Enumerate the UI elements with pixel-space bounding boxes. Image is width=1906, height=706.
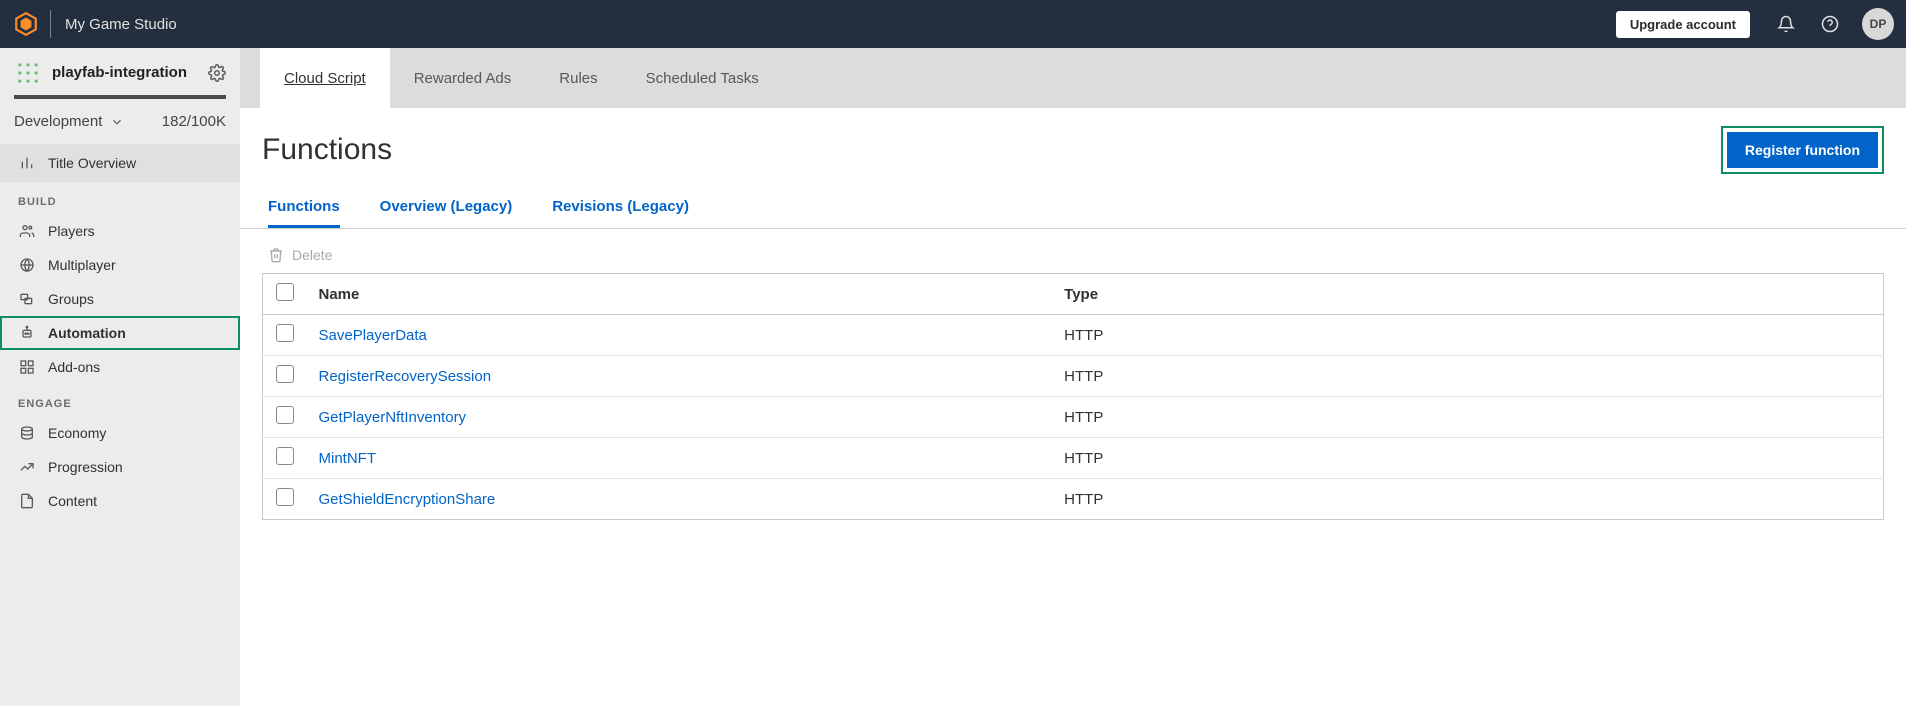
register-function-button[interactable]: Register function bbox=[1727, 132, 1878, 168]
sidebar-item-players[interactable]: Players bbox=[0, 214, 240, 248]
progression-icon bbox=[18, 458, 36, 476]
sidebar: playfab-integration Development 182/100K… bbox=[0, 48, 240, 706]
studio-name[interactable]: My Game Studio bbox=[65, 16, 177, 33]
tab-cloud-script[interactable]: Cloud Script bbox=[260, 48, 390, 108]
column-name[interactable]: Name bbox=[307, 274, 1053, 315]
sidebar-item-label: Automation bbox=[48, 325, 126, 341]
select-all-checkbox[interactable] bbox=[276, 283, 294, 301]
function-type: HTTP bbox=[1052, 397, 1883, 438]
bar-chart-icon bbox=[18, 154, 36, 172]
row-checkbox[interactable] bbox=[276, 406, 294, 424]
notifications-icon[interactable] bbox=[1768, 6, 1804, 42]
progress-bar bbox=[14, 95, 226, 99]
table-header-row: Name Type bbox=[263, 274, 1884, 315]
sidebar-item-groups[interactable]: Groups bbox=[0, 282, 240, 316]
user-avatar[interactable]: DP bbox=[1862, 8, 1894, 40]
table-row: MintNFT HTTP bbox=[263, 438, 1884, 479]
list-toolbar: Delete bbox=[240, 229, 1906, 273]
project-header: playfab-integration bbox=[0, 48, 240, 95]
table-row: GetShieldEncryptionShare HTTP bbox=[263, 479, 1884, 520]
product-logo[interactable] bbox=[12, 10, 40, 38]
sidebar-item-label: Add-ons bbox=[48, 359, 100, 375]
help-icon[interactable] bbox=[1812, 6, 1848, 42]
globe-icon bbox=[18, 256, 36, 274]
column-type[interactable]: Type bbox=[1052, 274, 1883, 315]
upgrade-account-button[interactable]: Upgrade account bbox=[1616, 11, 1750, 38]
tab-rules[interactable]: Rules bbox=[535, 48, 621, 108]
groups-icon bbox=[18, 290, 36, 308]
header-divider bbox=[50, 10, 51, 38]
table-row: RegisterRecoverySession HTTP bbox=[263, 356, 1884, 397]
page-header: Functions Register function bbox=[240, 108, 1906, 184]
sidebar-item-label: Multiplayer bbox=[48, 257, 116, 273]
environment-label: Development bbox=[14, 113, 102, 130]
sidebar-section-engage: ENGAGE bbox=[0, 384, 240, 416]
function-type: HTTP bbox=[1052, 315, 1883, 356]
subtab-overview-legacy[interactable]: Overview (Legacy) bbox=[380, 192, 513, 228]
sidebar-item-economy[interactable]: Economy bbox=[0, 416, 240, 450]
sidebar-item-label: Economy bbox=[48, 425, 106, 441]
sidebar-item-label: Players bbox=[48, 223, 95, 239]
content-icon bbox=[18, 492, 36, 510]
main-content: Cloud Script Rewarded Ads Rules Schedule… bbox=[240, 48, 1906, 706]
row-checkbox[interactable] bbox=[276, 365, 294, 383]
economy-icon bbox=[18, 424, 36, 442]
usage-count: 182/100K bbox=[162, 113, 226, 130]
table-row: SavePlayerData HTTP bbox=[263, 315, 1884, 356]
tab-rewarded-ads[interactable]: Rewarded Ads bbox=[390, 48, 536, 108]
sidebar-item-label: Groups bbox=[48, 291, 94, 307]
top-header: My Game Studio Upgrade account DP bbox=[0, 0, 1906, 48]
function-type: HTTP bbox=[1052, 356, 1883, 397]
function-type: HTTP bbox=[1052, 479, 1883, 520]
function-link[interactable]: SavePlayerData bbox=[319, 327, 427, 344]
function-link[interactable]: RegisterRecoverySession bbox=[319, 368, 492, 385]
sidebar-item-title-overview[interactable]: Title Overview bbox=[0, 144, 240, 182]
players-icon bbox=[18, 222, 36, 240]
function-type: HTTP bbox=[1052, 438, 1883, 479]
sidebar-item-label: Content bbox=[48, 493, 97, 509]
project-name[interactable]: playfab-integration bbox=[52, 64, 198, 81]
sidebar-item-addons[interactable]: Add-ons bbox=[0, 350, 240, 384]
environment-selector[interactable]: Development 182/100K bbox=[0, 109, 240, 144]
function-link[interactable]: MintNFT bbox=[319, 450, 377, 467]
function-link[interactable]: GetPlayerNftInventory bbox=[319, 409, 467, 426]
trash-icon bbox=[268, 247, 284, 263]
subtab-revisions-legacy[interactable]: Revisions (Legacy) bbox=[552, 192, 689, 228]
table-row: GetPlayerNftInventory HTTP bbox=[263, 397, 1884, 438]
settings-icon[interactable] bbox=[208, 64, 226, 82]
sidebar-item-automation[interactable]: Automation bbox=[0, 316, 240, 350]
row-checkbox[interactable] bbox=[276, 324, 294, 342]
addons-icon bbox=[18, 358, 36, 376]
automation-icon bbox=[18, 324, 36, 342]
sub-tabs: Functions Overview (Legacy) Revisions (L… bbox=[240, 184, 1906, 229]
delete-button[interactable]: Delete bbox=[292, 247, 332, 263]
project-icon bbox=[14, 59, 42, 87]
sidebar-item-label: Title Overview bbox=[48, 155, 136, 171]
function-link[interactable]: GetShieldEncryptionShare bbox=[319, 491, 496, 508]
row-checkbox[interactable] bbox=[276, 488, 294, 506]
sidebar-item-content[interactable]: Content bbox=[0, 484, 240, 518]
functions-table: Name Type SavePlayerData HTTP RegisterRe… bbox=[262, 273, 1884, 520]
main-tabs: Cloud Script Rewarded Ads Rules Schedule… bbox=[240, 48, 1906, 108]
page-title: Functions bbox=[262, 133, 1721, 167]
sidebar-item-label: Progression bbox=[48, 459, 123, 475]
tab-scheduled-tasks[interactable]: Scheduled Tasks bbox=[622, 48, 783, 108]
sidebar-section-build: BUILD bbox=[0, 182, 240, 214]
register-function-highlight: Register function bbox=[1721, 126, 1884, 174]
row-checkbox[interactable] bbox=[276, 447, 294, 465]
chevron-down-icon bbox=[110, 115, 124, 129]
subtab-functions[interactable]: Functions bbox=[268, 192, 340, 228]
sidebar-item-progression[interactable]: Progression bbox=[0, 450, 240, 484]
sidebar-item-multiplayer[interactable]: Multiplayer bbox=[0, 248, 240, 282]
